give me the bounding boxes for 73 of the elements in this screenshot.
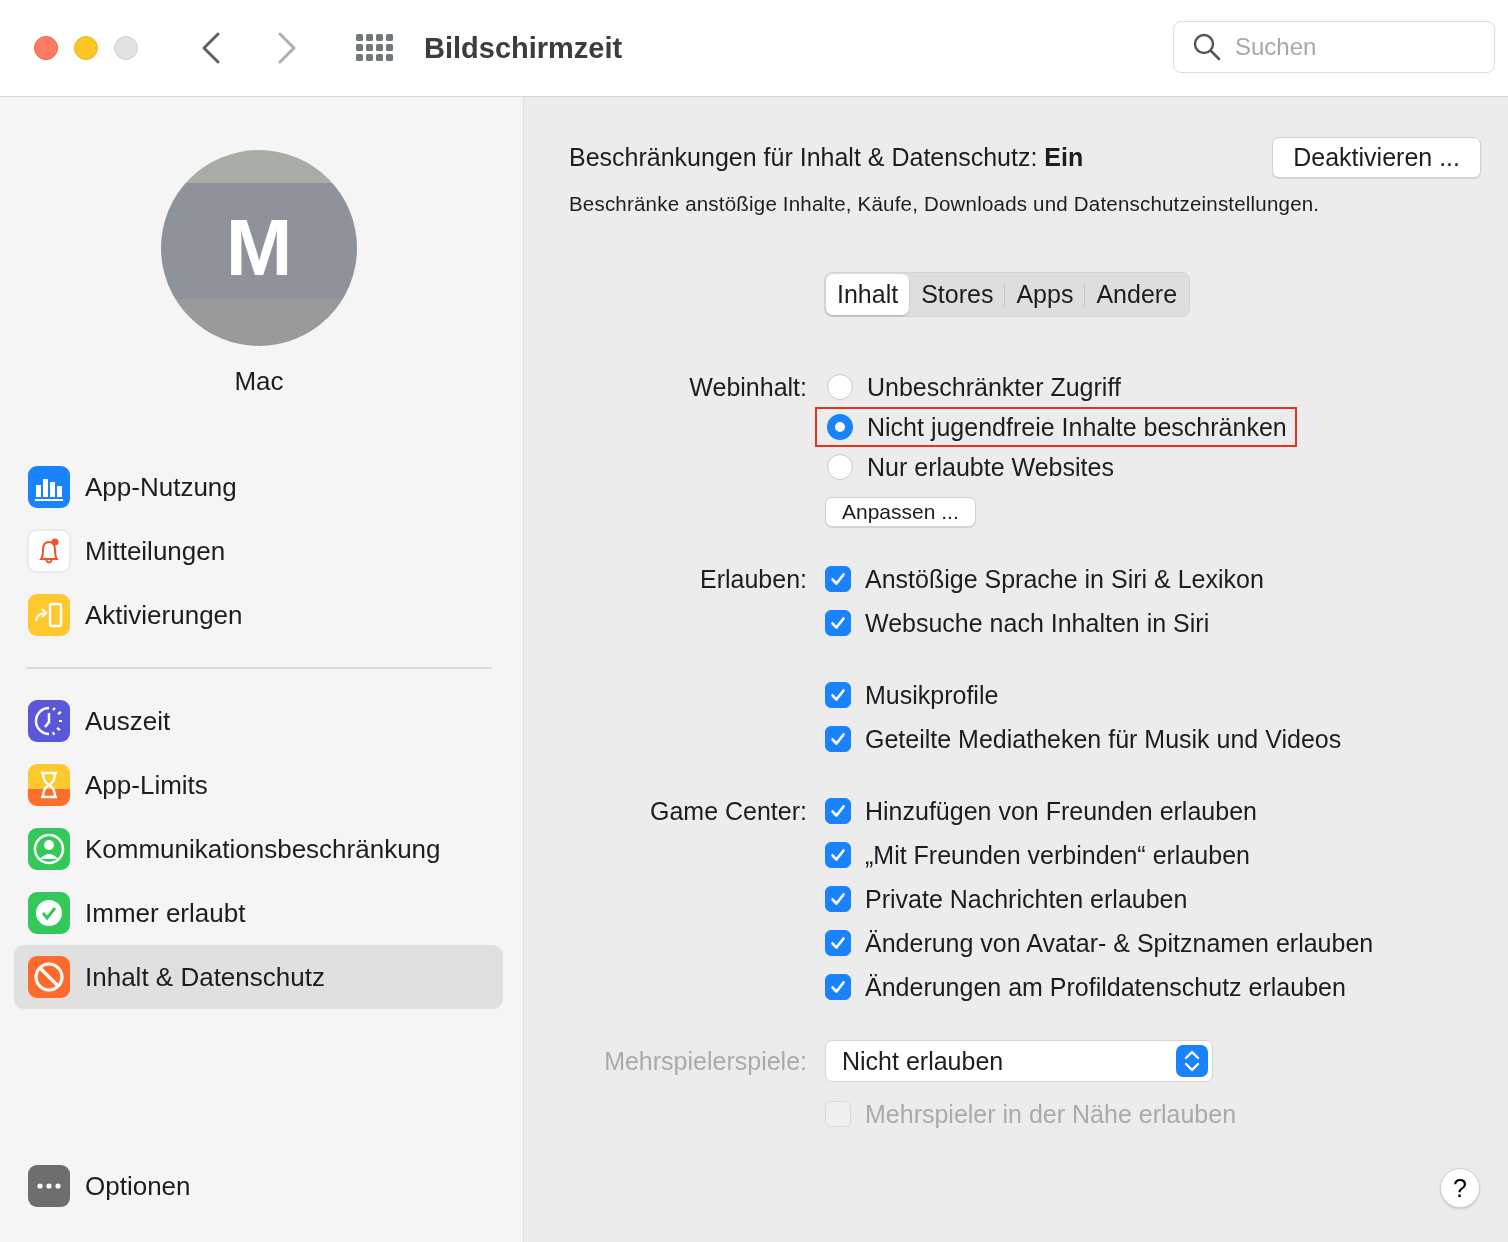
- clock-icon: [27, 699, 71, 743]
- field-label: Webinhalt:: [688, 372, 807, 403]
- tab[interactable]: Inhalt: [826, 274, 910, 315]
- checkbox[interactable]: [825, 886, 851, 912]
- checkmark-icon: [829, 890, 847, 908]
- radio-button[interactable]: [827, 374, 853, 400]
- back-icon[interactable]: [200, 31, 222, 65]
- radio-option[interactable]: Nur erlaubte Websites: [827, 449, 1114, 485]
- checkbox-option[interactable]: Musikprofile: [825, 673, 1342, 717]
- checkbox[interactable]: [825, 682, 851, 708]
- checkbox[interactable]: [825, 930, 851, 956]
- sidebar-item[interactable]: App-Nutzung: [14, 465, 503, 509]
- bar-chart-icon: [27, 465, 71, 509]
- sidebar-item[interactable]: Aktivierungen: [14, 593, 503, 637]
- checkbox[interactable]: [825, 798, 851, 824]
- sidebar-item[interactable]: Mitteilungen: [14, 529, 503, 573]
- customize-button[interactable]: Anpassen ...: [825, 497, 976, 527]
- search-icon: [1193, 33, 1221, 61]
- tab[interactable]: Andere: [1085, 274, 1189, 315]
- checkmark-icon: [829, 934, 847, 952]
- sidebar-item[interactable]: Optionen: [14, 1164, 503, 1208]
- checkmark-badge-icon: [27, 891, 71, 935]
- checkbox-option[interactable]: Geteilte Mediatheken für Musik und Videos: [825, 717, 1342, 761]
- checkmark-icon: [829, 686, 847, 704]
- radio-button[interactable]: [827, 454, 853, 480]
- status-text: Beschränkungen für Inhalt & Datenschutz: Ein: [569, 143, 1084, 172]
- checkmark-icon: [829, 730, 847, 748]
- description: Beschränke anstößige Inhalte, Käufe, Downloads und Datenschutzeinstellungen.: [569, 192, 1321, 216]
- avatar-initial: M: [225, 202, 293, 294]
- forward-icon[interactable]: [276, 31, 298, 65]
- close-button[interactable]: [34, 36, 58, 60]
- checkmark-icon: [829, 802, 847, 820]
- field-label: Mehrspielerspiele:: [603, 1046, 807, 1077]
- checkmark-icon: [829, 570, 847, 588]
- bell-icon: [27, 529, 71, 573]
- help-button[interactable]: ?: [1440, 1168, 1480, 1208]
- sidebar-item[interactable]: Immer erlaubt: [14, 891, 503, 935]
- checkbox-option[interactable]: Private Nachrichten erlauben: [825, 877, 1188, 921]
- prohibited-icon: [27, 955, 71, 999]
- hourglass-icon: [27, 763, 71, 807]
- checkbox-option[interactable]: Hinzufügen von Freunden erlauben: [825, 789, 1257, 833]
- checkbox[interactable]: [825, 566, 851, 592]
- tab[interactable]: Stores: [910, 274, 1005, 315]
- person-icon: [27, 827, 71, 871]
- checkmark-icon: [829, 614, 847, 632]
- window-title: Bildschirmzeit: [424, 31, 623, 65]
- radio-option[interactable]: Nicht jugendfreie Inhalte beschränken: [827, 409, 1287, 445]
- radio-option[interactable]: Unbeschränkter Zugriff: [827, 369, 1121, 405]
- sidebar-item[interactable]: Inhalt & Datenschutz: [14, 945, 503, 1009]
- grid-icon[interactable]: [356, 34, 394, 62]
- more-icon: [27, 1164, 71, 1208]
- sidebar-item[interactable]: App-Limits: [14, 763, 503, 807]
- checkbox-option[interactable]: „Mit Freunden verbinden“ erlauben: [825, 833, 1250, 877]
- checkbox-option[interactable]: Änderung von Avatar- & Spitznamen erlauben: [825, 921, 1374, 965]
- search-field[interactable]: Suchen: [1173, 21, 1495, 73]
- profile-name: Mac: [233, 366, 285, 397]
- sidebar-item[interactable]: Kommunikationsbeschränkung: [14, 827, 503, 871]
- sidebar-item[interactable]: Auszeit: [14, 699, 503, 743]
- field-label: Erlauben:: [698, 564, 807, 595]
- checkbox[interactable]: [825, 726, 851, 752]
- checkbox-option[interactable]: Anstößige Sprache in Siri & Lexikon: [825, 557, 1264, 601]
- deactivate-button[interactable]: Deaktivieren ...: [1272, 137, 1481, 178]
- checkmark-icon: [829, 846, 847, 864]
- stepper-icon: [1176, 1045, 1208, 1077]
- checkbox-option[interactable]: Änderungen am Profildatenschutz erlauben: [825, 965, 1346, 1009]
- tab[interactable]: Apps: [1005, 274, 1085, 315]
- checkbox[interactable]: [825, 842, 851, 868]
- checkbox[interactable]: [825, 974, 851, 1000]
- checkbox[interactable]: [825, 610, 851, 636]
- field-label: Game Center:: [649, 796, 807, 827]
- radio-button[interactable]: [827, 414, 853, 440]
- checkbox-option[interactable]: Websuche nach Inhalten in Siri: [825, 601, 1264, 645]
- checkmark-icon: [829, 978, 847, 996]
